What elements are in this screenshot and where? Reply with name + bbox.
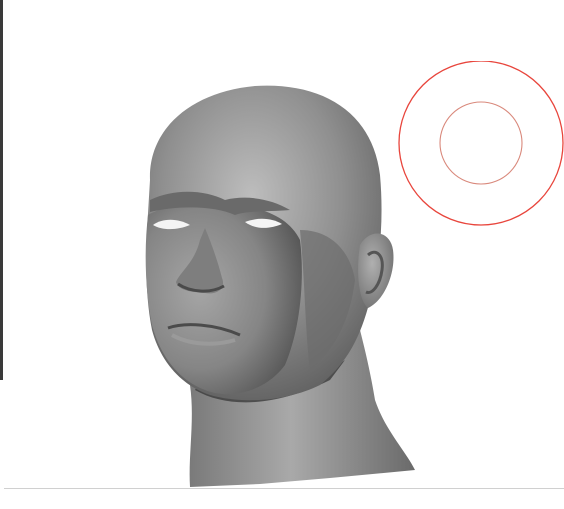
ear xyxy=(358,233,394,308)
canvas-viewport[interactable] xyxy=(0,0,564,509)
bottom-strip xyxy=(0,489,564,509)
brush-inner-ring xyxy=(439,101,523,185)
brush-outer-ring xyxy=(398,61,564,226)
brush-radius-cursor-icon xyxy=(398,61,564,226)
